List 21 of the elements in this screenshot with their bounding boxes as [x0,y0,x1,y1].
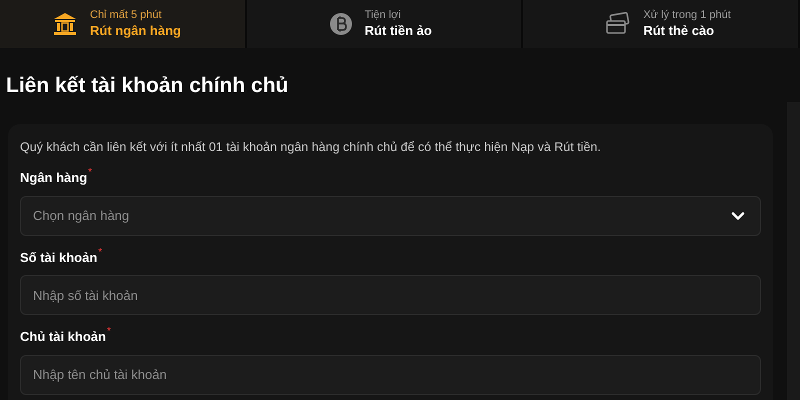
notice-text: Quý khách cần liên kết với ít nhất 01 tài khoản ngân hàng chính chủ để có thể thực hiện Nạp và Rút tiền. [20,138,602,156]
tab[interactable]: Chỉ mất 5 phút Rút ngân hàng [0,0,247,48]
tab-label: Rút tiền ảo [364,22,432,39]
bitcoin-icon [328,12,353,36]
cards-icon [605,12,632,36]
field-label: Chủ tài khoản [20,328,106,346]
tab-label: Rút thẻ cào [643,22,714,39]
required-mark: * [88,168,92,178]
field-label: Ngân hàng [20,169,88,188]
page-heading: Liên kết tài khoản chính chủ [5,73,290,99]
tab-hint: Xử lý trong 1 phút [643,9,731,23]
tab-hint: Chỉ mất 5 phút [90,9,162,23]
input-field[interactable]: Nhập số tài khoản [20,275,761,316]
bank-select[interactable]: Chọn ngân hàng [20,196,761,236]
required-mark: * [98,248,102,258]
required-mark: * [106,327,111,338]
tab-hint: Tiện lợi [364,9,401,23]
field-label: Số tài khoản [20,248,98,267]
input-field[interactable]: Nhập tên chủ tài khoản [20,354,761,395]
tab-label: Rút ngân hàng [90,22,181,39]
bank-icon [52,11,78,37]
